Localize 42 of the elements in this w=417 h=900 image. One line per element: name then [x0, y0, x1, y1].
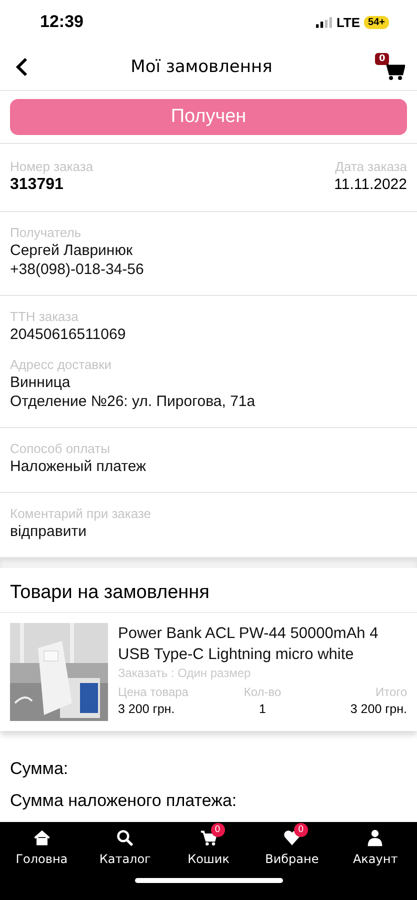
back-icon[interactable]	[16, 57, 28, 77]
tab-bar-item[interactable]: 0 Кошик	[166, 822, 250, 866]
tab-bar-item[interactable]: 0 Вибране	[250, 822, 334, 866]
battery-level: 54+	[364, 16, 389, 28]
field-label: Номер заказа	[10, 158, 94, 175]
order-date: 11.11.2022	[334, 175, 407, 195]
quantity-value: 1	[258, 701, 267, 718]
network-label: LTE	[336, 14, 360, 30]
order-number: 313791	[10, 175, 64, 195]
field-label: Дата заказа	[335, 158, 407, 175]
field-value: +38(098)-018-34-56	[10, 260, 145, 279]
field-label: Коментарий при заказе	[10, 505, 152, 522]
price-value: 3 200 грн.	[118, 701, 176, 718]
field-label: ТТН заказа	[10, 308, 80, 325]
tab-bar-item[interactable]: Акаунт	[334, 822, 417, 866]
total-label: Итого	[374, 685, 407, 700]
field-value: Наложеный платеж	[10, 457, 148, 476]
count-badge: 0	[210, 823, 225, 837]
price-label: Цена товара	[118, 685, 190, 700]
total-value: 3 200 грн.	[349, 701, 407, 718]
field-value: 20450616511069	[10, 325, 127, 344]
product-name[interactable]: Power Bank ACL PW-44 50000mAh 4 USB Type-C Lightning micro white	[118, 623, 407, 665]
cod-sum-label: Сумма наложеного платежа:	[9, 791, 238, 811]
clock: 12:39	[40, 12, 84, 32]
page-title: Мої замовлення	[130, 57, 274, 77]
field-label: Адресс доставки	[10, 356, 113, 373]
field-label: Получатель	[10, 224, 82, 241]
sum-label: Сумма:	[9, 759, 70, 779]
quantity-label: Кол-во	[242, 685, 282, 700]
signal-icon	[316, 16, 332, 28]
field-value: Винница	[10, 373, 72, 392]
count-badge: 0	[294, 823, 308, 837]
user-icon	[366, 829, 384, 847]
tab-bar-item[interactable]: Каталог	[83, 822, 167, 866]
home-icon	[32, 829, 51, 847]
cart-badge: 0	[375, 53, 390, 65]
field-label: Сопособ оплаты	[10, 440, 111, 457]
field-value: відправити	[10, 522, 88, 541]
tab-bar-item[interactable]: Головна	[0, 822, 84, 866]
field-value: Сергей Лавринюк	[10, 241, 134, 260]
field-value: Отделение №26: ул. Пирогова, 71а	[10, 392, 256, 411]
search-icon	[116, 829, 134, 847]
